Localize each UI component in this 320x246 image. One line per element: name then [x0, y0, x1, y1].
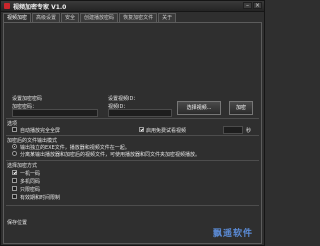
password-group-label: 设置加密密码 [12, 96, 43, 102]
free-trial-label: 启用免费试看视频 [146, 128, 187, 134]
tab-bar: 视频加密 高级设置 安全 创建播放密码 恢复加密文件 关于 [3, 13, 177, 22]
tab-panel: 设置加密密码 加密密码： 设置视频ID： 视频ID： 选择视频... 加密 选项… [3, 22, 262, 244]
output-separate-label: 分离某输出播放器和加密后的视频文件，可使用播放器和同文件夹加密视频播放。 [20, 152, 201, 158]
tab-restore-files[interactable]: 恢复加密文件 [119, 13, 158, 22]
one-machine-one-code-checkbox[interactable] [12, 170, 17, 175]
free-trial-seconds-input[interactable] [223, 126, 243, 134]
output-separate-radio[interactable] [12, 151, 17, 156]
multi-machine-same-code-checkbox[interactable] [12, 178, 17, 183]
video-id-group-label: 设置视频ID： [108, 96, 139, 102]
tab-security[interactable]: 安全 [61, 13, 80, 22]
tab-advanced-settings[interactable]: 高级设置 [32, 13, 61, 22]
app-window: 视频加密专家 V1.0 – × 视频加密 高级设置 安全 创建播放密码 恢复加密… [0, 0, 265, 246]
auto-fullscreen-label: 自动播放完全全屏 [20, 128, 61, 134]
window-title: 视频加密专家 V1.0 [13, 4, 67, 11]
password-only-label: 只限密码 [20, 187, 41, 193]
watermark-logo: 飘遥软件 [212, 229, 253, 239]
tab-about[interactable]: 关于 [158, 13, 177, 22]
one-machine-one-code-label: 一机一码 [20, 171, 41, 177]
options-section-title: 选项 [7, 121, 18, 127]
divider [6, 160, 259, 161]
expiry-limit-label: 有效期和时间限制 [20, 195, 61, 201]
auto-fullscreen-checkbox[interactable] [12, 127, 17, 132]
tab-create-play-password[interactable]: 创建播放密码 [80, 13, 119, 22]
save-location-label: 保存位置 [7, 220, 28, 226]
select-video-button[interactable]: 选择视频... [177, 101, 221, 115]
multi-machine-same-code-label: 多机同码 [20, 179, 41, 185]
free-trial-checkbox[interactable] [139, 127, 144, 132]
password-only-checkbox[interactable] [12, 186, 17, 191]
output-single-exe-label: 输出独立的EXE文件，播放器和视频文件在一起。 [20, 145, 130, 151]
app-logo-icon [4, 3, 10, 9]
output-single-exe-radio[interactable] [12, 144, 17, 149]
video-id-input[interactable] [108, 109, 172, 117]
encrypt-button[interactable]: 加密 [229, 101, 253, 115]
title-bar: 视频加密专家 V1.0 – × [1, 1, 264, 12]
divider [6, 205, 259, 206]
divider [6, 118, 259, 119]
password-input[interactable] [12, 109, 98, 117]
encrypt-kind-section-title: 选择加密方式 [7, 163, 38, 169]
minimize-button[interactable]: – [243, 2, 252, 9]
close-button[interactable]: × [253, 2, 262, 9]
seconds-unit-label: 秒 [246, 128, 252, 134]
tab-video-encrypt[interactable]: 视频加密 [3, 13, 32, 22]
divider [6, 135, 259, 136]
expiry-limit-checkbox[interactable] [12, 194, 17, 199]
output-mode-section-title: 加密后的文件输出模式 [7, 138, 58, 144]
